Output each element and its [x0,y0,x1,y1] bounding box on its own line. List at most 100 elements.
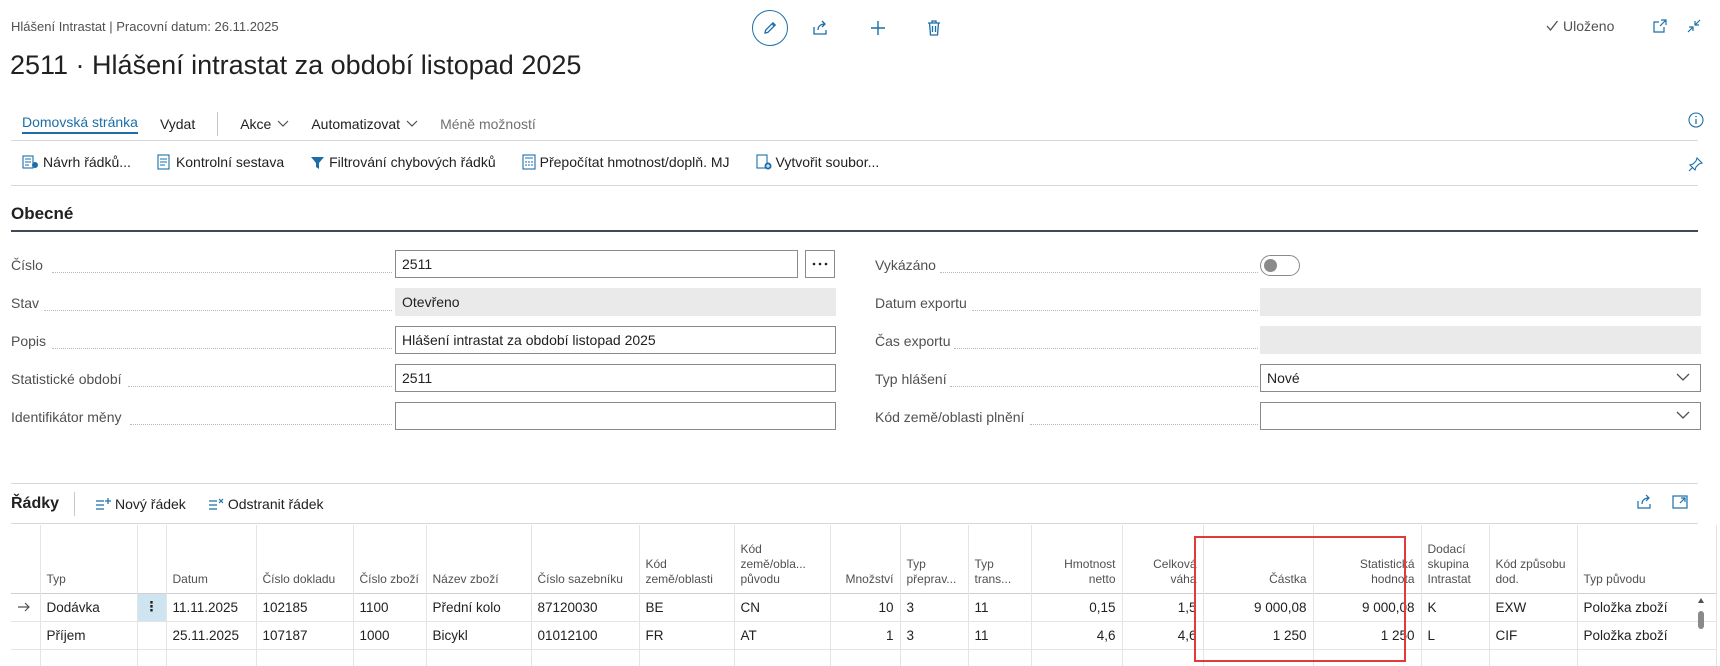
row-menu-cell[interactable] [137,621,167,650]
pin-icon[interactable] [1688,156,1704,172]
cell-origin-type[interactable]: Položka zboží [1577,621,1717,650]
col-header[interactable]: Číslo sazebníku [531,525,640,593]
col-header[interactable]: Hmotnost netto [1031,525,1123,593]
col-header[interactable]: Číslo dokladu [256,525,354,593]
description-field[interactable]: Hlášení intrastat za období listopad 202… [395,326,836,354]
saved-label: Uloženo [1563,18,1615,34]
field-label-report-type: Typ hlášení [875,371,947,387]
cell-date[interactable]: 25.11.2025 [166,621,257,650]
cell-shipment-method[interactable]: EXW [1489,593,1578,622]
info-icon[interactable] [1688,112,1704,128]
cell-item-name[interactable]: Přední kolo [426,593,532,622]
expand-icon[interactable] [1672,494,1688,510]
cell-tariff-no[interactable]: 01012100 [531,621,640,650]
filter-errors-label: Filtrování chybových řádků [329,154,496,170]
currency-identifier-field[interactable] [395,402,836,430]
cell-shipment-method[interactable]: CIF [1489,621,1578,650]
saved-status: Uloženo [1545,18,1614,34]
col-header[interactable]: Typ původu [1577,525,1717,593]
page-actions [752,10,944,46]
col-header[interactable]: Kód země/oblasti [639,525,735,593]
filter-errors-button[interactable]: Filtrování chybových řádků [310,154,496,170]
cell-supplementary-group[interactable]: L [1421,621,1490,650]
chevron-down-icon [1676,373,1690,381]
cell-quantity[interactable]: 10 [830,593,901,622]
row-menu-button[interactable]: ⋮ [137,593,167,622]
statistics-period-field[interactable]: 2511 [395,364,836,392]
col-header[interactable]: Typ přeprav... [900,525,969,593]
col-header[interactable]: Typ trans... [968,525,1032,593]
cell-transport-method[interactable]: 3 [900,593,969,622]
cell-type[interactable]: Příjem [40,621,138,650]
cell-origin-country[interactable]: AT [734,621,831,650]
col-header[interactable]: Typ [40,525,138,593]
divider [11,185,1698,186]
col-header[interactable]: Celková váha [1122,525,1204,593]
col-header[interactable]: Kód způsobu dod. [1489,525,1578,593]
cell-type[interactable]: Dodávka [40,593,138,622]
field-label-export-time: Čas exportu [875,333,951,349]
table-row[interactable]: Dodávka ⋮ 11.11.2025 102185 1100 Přední … [11,593,1717,622]
fewer-options-button[interactable]: Méně možností [440,116,536,132]
create-file-button[interactable]: Vytvořit soubor... [755,154,879,170]
col-header[interactable]: Název zboží [426,525,532,593]
table-row[interactable]: Příjem 25.11.2025 107187 1000 Bicykl 010… [11,621,1717,650]
table-row-empty[interactable] [11,649,1717,666]
cell-quantity[interactable]: 1 [830,621,901,650]
trash-icon [928,20,940,36]
cell-document-no[interactable]: 102185 [256,593,354,622]
share-button[interactable] [810,18,830,38]
reported-toggle[interactable] [1260,255,1300,276]
cell-origin-country[interactable]: CN [734,593,831,622]
status-field: Otevřeno [395,288,836,316]
cell-transport-method[interactable]: 3 [900,621,969,650]
tab-publish[interactable]: Vydat [160,116,195,132]
cell-total-weight[interactable]: 4,6 [1122,621,1204,650]
recalculate-button[interactable]: Přepočítat hmotnost/doplň. MJ [522,154,730,170]
cell-supplementary-group[interactable]: K [1421,593,1490,622]
cell-item-no[interactable]: 1000 [353,621,427,650]
col-header[interactable]: Dodací skupina Intrastat [1421,525,1490,593]
delete-button[interactable] [924,18,944,38]
menu-actions[interactable]: Akce [240,116,289,132]
report-type-select[interactable]: Nové [1260,364,1701,392]
share-icon[interactable] [1636,494,1652,510]
lines-title: Řádky [11,495,60,512]
delete-line-icon [208,498,224,510]
menu-automate[interactable]: Automatizovat [311,116,418,132]
divider [11,483,1698,484]
assist-edit-button[interactable] [805,250,835,278]
cell-transaction-type[interactable]: 11 [968,621,1032,650]
edit-button[interactable] [752,10,788,46]
collapse-icon[interactable] [1686,18,1702,34]
tab-home[interactable]: Domovská stránka [22,114,138,134]
field-label-fulfilment-country: Kód země/oblasti plnění [875,409,1025,425]
cell-tariff-no[interactable]: 87120030 [531,593,640,622]
cell-country[interactable]: BE [639,593,735,622]
new-button[interactable] [868,18,888,38]
open-new-icon[interactable] [1652,18,1668,34]
cell-item-name[interactable]: Bicykl [426,621,532,650]
col-header[interactable]: Kód země/obla... původu [734,525,831,593]
col-header[interactable]: Číslo zboží [353,525,427,593]
cell-origin-type[interactable]: Položka zboží [1577,593,1717,622]
fulfilment-country-select[interactable] [1260,402,1701,430]
cell-item-no[interactable]: 1100 [353,593,427,622]
new-line-button[interactable]: Nový řádek [95,496,186,512]
vertical-scrollbar[interactable] [1697,597,1705,657]
cell-net-weight[interactable]: 0,15 [1031,593,1123,622]
suggest-lines-button[interactable]: Návrh řádků... [22,154,131,170]
checklist-report-button[interactable]: Kontrolní sestava [157,154,284,170]
field-label-description: Popis [11,333,47,349]
number-field[interactable]: 2511 [395,250,798,278]
cell-total-weight[interactable]: 1,5 [1122,593,1204,622]
new-line-label: Nový řádek [115,496,186,512]
col-header[interactable]: Datum [166,525,257,593]
cell-date[interactable]: 11.11.2025 [166,593,257,622]
cell-document-no[interactable]: 107187 [256,621,354,650]
cell-net-weight[interactable]: 4,6 [1031,621,1123,650]
col-header[interactable]: Množství [830,525,901,593]
delete-line-button[interactable]: Odstranit řádek [208,496,324,512]
cell-country[interactable]: FR [639,621,735,650]
cell-transaction-type[interactable]: 11 [968,593,1032,622]
